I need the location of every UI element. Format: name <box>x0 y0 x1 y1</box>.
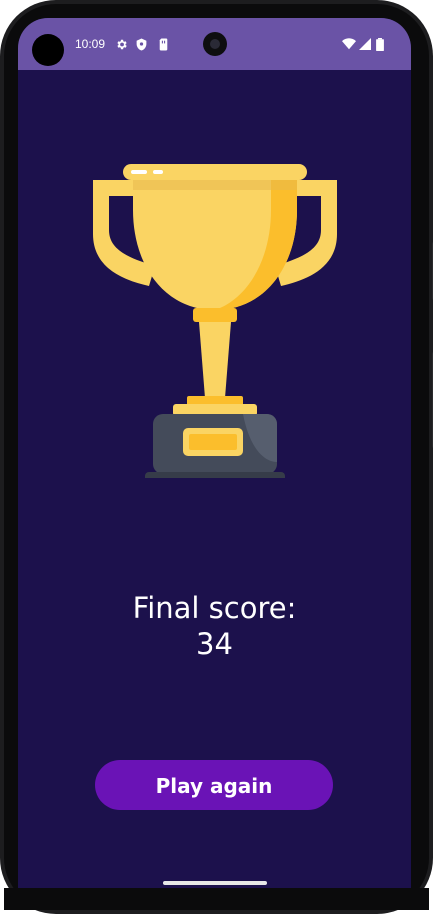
wifi-icon <box>342 38 356 50</box>
app-screen: 10:09 Final score: 34 Play again <box>18 18 411 888</box>
trophy-icon <box>93 164 337 478</box>
home-indicator[interactable] <box>163 881 267 885</box>
battery-icon <box>376 38 384 51</box>
phone-frame: 10:09 Final score: 34 Play again <box>0 0 433 914</box>
status-time: 10:09 <box>75 37 106 51</box>
status-dot <box>32 34 64 66</box>
navigation-bar <box>4 888 429 910</box>
final-score-value: 34 <box>196 627 233 661</box>
shield-icon <box>136 38 147 51</box>
final-score-block: Final score: 34 <box>18 590 411 662</box>
signal-icon <box>359 38 371 50</box>
sim-card-icon <box>159 38 168 51</box>
front-camera <box>203 32 227 56</box>
play-again-button[interactable]: Play again <box>95 760 333 810</box>
final-score-label: Final score: <box>132 591 297 625</box>
status-bar: 10:09 <box>18 18 411 70</box>
gear-icon <box>117 39 127 50</box>
